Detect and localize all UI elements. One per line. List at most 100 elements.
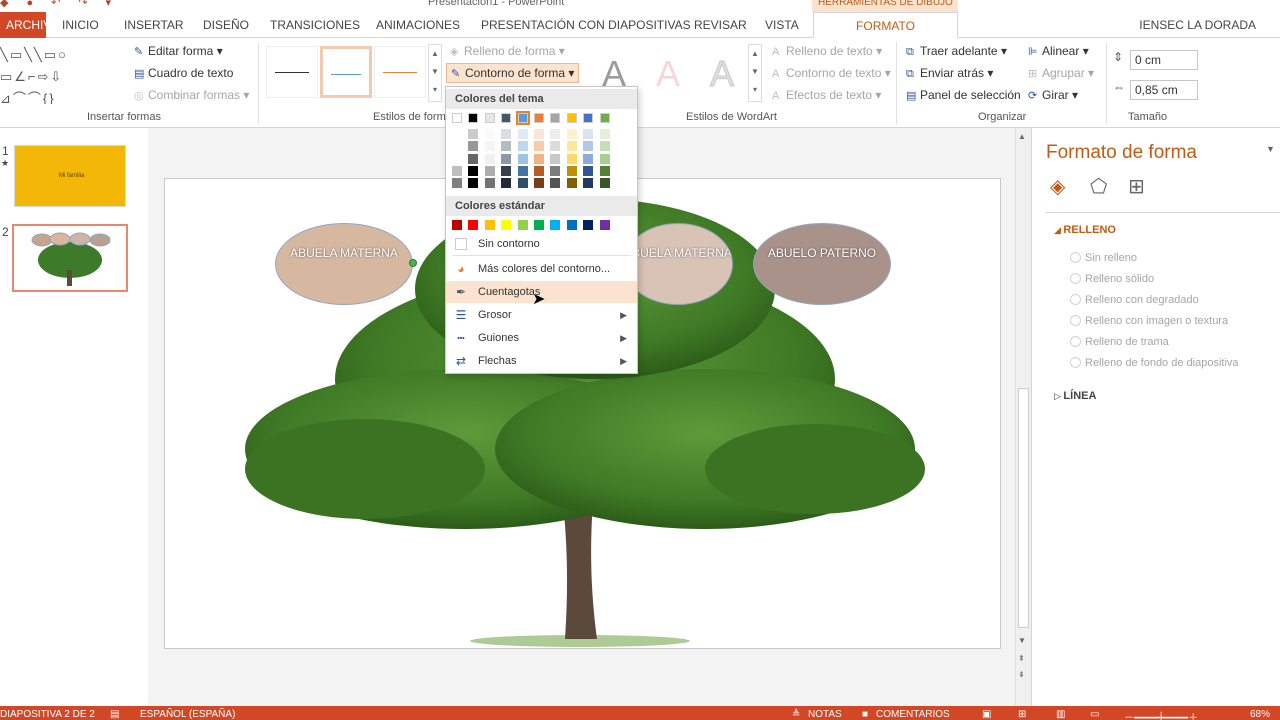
notes-button[interactable]: NOTAS	[808, 709, 842, 720]
more-outline-colors-item[interactable]: ◕ Más colores del contorno...	[446, 258, 637, 280]
prev-slide-icon[interactable]: ⇞	[1018, 654, 1025, 663]
standard-color-swatch[interactable]	[534, 220, 544, 230]
theme-color-swatch[interactable]	[566, 129, 577, 140]
slide-1-thumbnail[interactable]: Mi familia	[14, 145, 126, 207]
effects-pentagon-icon[interactable]: ⬠	[1090, 174, 1107, 199]
tab-insertar[interactable]: INSERTAR	[124, 12, 184, 38]
language-status[interactable]: ESPAÑOL (ESPAÑA)	[140, 709, 235, 720]
theme-color-swatch[interactable]	[517, 129, 528, 140]
selection-handle[interactable]	[409, 259, 417, 267]
tab-diseno[interactable]: DISEÑO	[203, 12, 249, 38]
next-slide-icon[interactable]: ⇟	[1018, 670, 1025, 679]
theme-color-swatch[interactable]	[583, 153, 594, 164]
slideshow-icon[interactable]: ▭	[1090, 709, 1099, 720]
theme-color-swatch[interactable]	[599, 113, 610, 123]
theme-color-swatch[interactable]	[566, 141, 577, 152]
theme-color-swatch[interactable]	[484, 178, 495, 188]
align-button[interactable]: ⊫ Alinear ▾	[1028, 44, 1089, 58]
theme-color-swatch[interactable]	[550, 153, 561, 164]
text-fill-button[interactable]: A Relleno de texto ▾	[772, 44, 882, 58]
oval-abuela-materna[interactable]: ABUELA MATERNA	[275, 223, 413, 305]
line-section-header[interactable]: ▷ LÍNEA	[1054, 390, 1096, 402]
theme-color-swatch[interactable]	[566, 178, 577, 188]
height-input[interactable]: 0 cm	[1130, 50, 1198, 70]
reading-view-icon[interactable]: ▥	[1056, 709, 1065, 720]
theme-color-swatch[interactable]	[452, 178, 462, 188]
tab-presentacion[interactable]: PRESENTACIÓN CON DIAPOSITIVAS	[481, 12, 691, 38]
width-input[interactable]: 0,85 cm	[1130, 80, 1198, 100]
slide-sorter-icon[interactable]: ⊞	[1018, 709, 1026, 720]
scroll-thumb[interactable]	[1018, 388, 1029, 628]
size-properties-icon[interactable]: ⊞	[1128, 174, 1145, 199]
theme-color-swatch[interactable]	[599, 141, 610, 152]
theme-color-swatch[interactable]	[468, 165, 479, 176]
theme-color-swatch[interactable]	[517, 178, 528, 188]
theme-color-swatch[interactable]	[566, 113, 577, 123]
theme-color-swatch[interactable]	[484, 141, 495, 152]
tab-formato[interactable]: FORMATO	[813, 12, 958, 38]
theme-color-swatch[interactable]	[515, 111, 530, 125]
shape-fill-button[interactable]: ◈ Relleno de forma ▾	[450, 44, 565, 58]
theme-color-swatch[interactable]	[452, 165, 462, 176]
theme-color-swatch[interactable]	[501, 129, 512, 140]
standard-color-swatch[interactable]	[566, 220, 577, 230]
fill-option-picture[interactable]: Relleno con imagen o textura	[1070, 315, 1228, 327]
fill-section-header[interactable]: ◢ RELLENO	[1054, 224, 1116, 236]
theme-color-swatch[interactable]	[534, 141, 544, 152]
pane-options-chevron-icon[interactable]: ▼	[1266, 144, 1275, 154]
fill-line-icon[interactable]: ◈	[1050, 174, 1065, 199]
theme-color-swatch[interactable]	[534, 165, 544, 176]
theme-color-swatch[interactable]	[452, 113, 462, 123]
theme-color-swatch[interactable]	[484, 153, 495, 164]
standard-color-swatch[interactable]	[517, 220, 528, 230]
standard-color-swatch[interactable]	[468, 220, 479, 230]
scroll-up-icon[interactable]: ▲	[1018, 132, 1026, 141]
fill-option-pattern[interactable]: Relleno de trama	[1070, 336, 1169, 348]
theme-color-swatch[interactable]	[484, 129, 495, 140]
theme-color-swatch[interactable]	[583, 129, 594, 140]
theme-color-swatch[interactable]	[468, 113, 479, 123]
text-outline-button[interactable]: A Contorno de texto ▾	[772, 66, 891, 80]
oval-abuelo-paterno[interactable]: ABUELO PATERNO	[753, 223, 891, 305]
theme-color-swatch[interactable]	[501, 165, 512, 176]
theme-color-swatch[interactable]	[550, 129, 561, 140]
dashes-item[interactable]: ┅ Guiones ▶	[446, 327, 637, 349]
selection-pane-button[interactable]: ▤ Panel de selección	[906, 88, 1021, 102]
theme-color-swatch[interactable]	[583, 113, 594, 123]
standard-color-swatch[interactable]	[484, 220, 495, 230]
wordart-style-2[interactable]: A	[646, 52, 690, 96]
no-outline-item[interactable]: Sin contorno	[446, 233, 637, 255]
theme-color-swatch[interactable]	[550, 113, 561, 123]
theme-color-swatch[interactable]	[534, 113, 544, 123]
fill-option-gradient[interactable]: Relleno con degradado	[1070, 294, 1199, 306]
quick-access-toolbar[interactable]: ◆●↶↷▾	[0, 0, 129, 9]
theme-color-swatch[interactable]	[534, 129, 544, 140]
tab-animaciones[interactable]: ANIMACIONES	[376, 12, 460, 38]
vertical-scrollbar[interactable]: ▲ ▼ ⇞ ⇟	[1015, 128, 1031, 706]
theme-color-swatch[interactable]	[550, 178, 561, 188]
theme-color-swatch[interactable]	[550, 141, 561, 152]
slide-2-thumbnail[interactable]	[12, 224, 128, 292]
edit-shape-button[interactable]: ✎ Editar forma ▾	[134, 44, 223, 58]
theme-color-swatch[interactable]	[501, 178, 512, 188]
theme-color-swatch[interactable]	[566, 165, 577, 176]
fill-option-solid[interactable]: Relleno sólido	[1070, 273, 1154, 285]
theme-color-swatch[interactable]	[517, 141, 528, 152]
merge-shapes-button[interactable]: ◎ Combinar formas ▾	[134, 88, 249, 102]
text-effects-button[interactable]: A Efectos de texto ▾	[772, 88, 881, 102]
standard-color-swatch[interactable]	[452, 220, 462, 230]
theme-color-swatch[interactable]	[452, 153, 462, 164]
shape-outline-button[interactable]: ✎ Contorno de forma ▾	[446, 63, 580, 83]
theme-color-swatch[interactable]	[583, 165, 594, 176]
theme-color-swatch[interactable]	[599, 178, 610, 188]
theme-color-swatch[interactable]	[517, 165, 528, 176]
theme-color-swatch[interactable]	[599, 129, 610, 140]
group-button[interactable]: ⊞ Agrupar ▾	[1028, 66, 1094, 80]
style-preset-1[interactable]	[266, 46, 318, 98]
styles-gallery-scroll[interactable]: ▲ ▼ ▾	[428, 44, 442, 102]
zoom-slider[interactable]: －━━━━┿━━━━＋	[1124, 709, 1198, 720]
theme-color-swatch[interactable]	[501, 141, 512, 152]
wordart-style-3[interactable]: A	[700, 52, 744, 96]
zoom-level[interactable]: 68%	[1250, 709, 1270, 720]
spellcheck-icon[interactable]: ▤	[110, 709, 119, 720]
